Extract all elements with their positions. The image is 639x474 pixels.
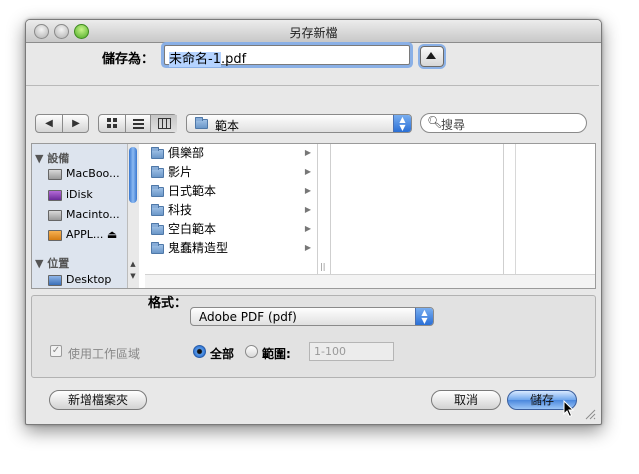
search-icon: 🔍︎ [427,115,443,129]
location-popup[interactable]: 範本 ▲ ▼ [186,114,412,133]
format-value: Adobe PDF (pdf) [199,310,297,324]
folder-icon [195,117,208,129]
radio-range-label: 範圍: [262,347,291,361]
chevron-right-icon: ▶ [304,167,311,176]
sidebar: ▼ 設備 MacBoo... iDisk Macinto... APPL... … [32,144,139,288]
laptop-icon [48,168,62,180]
title-bar[interactable]: 另存新檔 [26,20,601,43]
sidebar-item-macintosh-hd[interactable]: Macinto... [48,206,136,223]
use-artboards-checkbox[interactable]: ✓ [50,345,62,357]
sidebar-section-places[interactable]: ▼ 位置 [35,255,69,271]
list-item[interactable]: 科技 ▶ [151,201,315,219]
file-browser: ▼ 設備 MacBoo... iDisk Macinto... APPL... … [31,143,596,289]
hard-drive-icon [48,209,62,221]
updown-arrows-icon: ▲ ▼ [393,115,411,132]
chevron-right-icon: ▶ [304,148,311,157]
scroll-up-icon[interactable]: ▲ [129,260,137,268]
range-input[interactable]: 1-100 [309,342,394,361]
sidebar-section-devices[interactable]: ▼ 設備 [35,150,69,166]
cancel-button[interactable]: 取消 [431,390,501,410]
radio-all-label: 全部 [210,347,235,361]
list-item[interactable]: 俱樂部 ▶ [151,144,315,162]
header-divider [26,85,599,86]
scroll-down-icon[interactable]: ▼ [129,272,137,280]
idisk-icon [48,189,62,201]
folder-icon [151,165,164,178]
radio-all[interactable] [193,345,206,358]
collapse-browser-button[interactable] [420,46,444,67]
horizontal-scrollbar[interactable] [145,274,595,288]
column-1: 俱樂部 ▶ 影片 ▶ 日式範本 ▶ 科技 ▶ 空白範本 ▶ 鬼蠢精造型 ▶ [145,144,318,288]
resize-grip-icon[interactable] [584,408,596,420]
save-as-label: 儲存為： [102,52,155,67]
column-resize-handle[interactable]: || [320,262,325,271]
column-2 [330,144,504,274]
use-artboards-label: 使用工作區域 [68,347,141,361]
chevron-left-icon: ◀ [45,118,53,129]
desktop-icon [48,274,62,286]
column-view-button[interactable] [150,115,177,132]
folder-icon [151,203,164,216]
location-value: 範本 [215,119,240,133]
folder-icon [151,222,164,235]
icon-view-button[interactable] [99,115,125,132]
new-folder-button[interactable]: 新增檔案夾 [49,390,147,410]
sidebar-item-idisk[interactable]: iDisk [48,186,136,203]
view-mode-control [98,114,177,133]
radio-range[interactable] [245,345,258,358]
chevron-right-icon: ▶ [304,205,311,214]
filename-selected-text: 未命名-1 [169,52,221,67]
list-view-button[interactable] [125,115,151,132]
back-button[interactable]: ◀ [36,115,62,132]
filename-input[interactable]: 未命名-1.pdf [164,45,410,67]
sidebar-scrollbar[interactable]: ▲ ▼ [127,144,139,288]
folder-icon [151,146,164,159]
format-label: 格式： [148,296,188,311]
search-placeholder: 搜尋 [441,118,466,132]
list-item[interactable]: 日式範本 ▶ [151,182,315,200]
list-view-icon [133,119,144,129]
chevron-right-icon: ▶ [304,186,311,195]
format-popup[interactable]: Adobe PDF (pdf) ▲ ▼ [190,307,434,326]
list-item[interactable]: 鬼蠢精造型 ▶ [151,239,315,257]
eject-icon[interactable]: ⏏ [107,228,117,241]
disk-icon [48,229,62,241]
back-forward-control: ◀ ▶ [35,114,89,133]
updown-arrows-icon: ▲ ▼ [415,308,433,325]
search-field[interactable]: 🔍︎ 搜尋 [420,113,587,133]
forward-button[interactable]: ▶ [62,115,89,132]
column-view-icon [157,118,171,129]
column-divider [515,144,516,274]
chevron-right-icon: ▶ [304,243,311,252]
sidebar-item-desktop[interactable]: Desktop [48,271,136,288]
window-title: 另存新檔 [289,26,338,40]
list-item[interactable]: 空白範本 ▶ [151,220,315,238]
chevron-right-icon: ▶ [304,224,311,233]
chevron-right-icon: ▶ [72,118,80,129]
filename-extension: .pdf [220,52,247,67]
folder-icon [151,184,164,197]
list-item[interactable]: 影片 ▶ [151,163,315,181]
sidebar-item-macbook[interactable]: MacBoo... [48,165,136,182]
triangle-up-icon [426,52,436,59]
sidebar-scroll-thumb[interactable] [129,147,137,203]
folder-icon [151,241,164,254]
sidebar-item-apple-disk[interactable]: APPL... ⏏ [48,226,136,243]
icon-view-icon [106,118,117,128]
